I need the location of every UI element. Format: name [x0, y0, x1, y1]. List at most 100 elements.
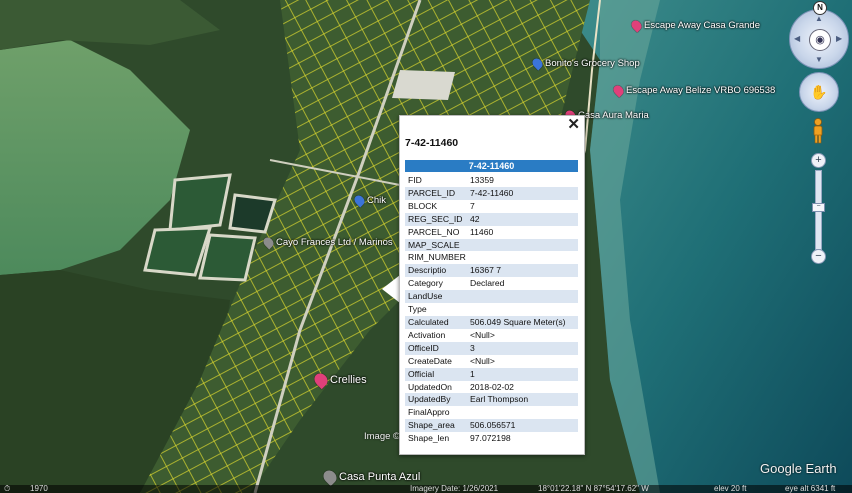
attribute-key: FinalAppro — [408, 407, 450, 418]
attribute-key: Type — [408, 304, 427, 315]
attribute-value — [467, 290, 578, 304]
attribute-key: REG_SEC_ID — [405, 212, 467, 226]
attribute-value: 97.072198 — [470, 433, 511, 444]
attribute-row: UpdatedBy Earl Thompson — [405, 393, 578, 407]
attribute-row: UpdatedOn 2018-02-02 — [405, 381, 578, 394]
attribute-value: <Null> — [470, 329, 495, 340]
shopping-pin-icon — [352, 193, 367, 208]
balloon-pointer — [382, 275, 400, 303]
zoom-out-button[interactable]: − — [811, 249, 826, 264]
attribute-key: BLOCK — [408, 200, 438, 211]
street-view-pegman-icon[interactable] — [811, 118, 825, 144]
gray-pin-icon — [320, 467, 340, 487]
attribute-value: 7 — [470, 200, 475, 211]
attribute-key: CreateDate — [408, 355, 452, 366]
attribute-row: BLOCK 7 — [405, 200, 578, 213]
pink-pin-icon — [629, 18, 644, 33]
attribute-key: OfficeID — [405, 341, 467, 355]
attribute-row: LandUse — [405, 290, 578, 304]
attribute-value: 7-42-11460 — [467, 186, 578, 200]
place-marker[interactable]: Cayo Frances Ltd / Marinos — [261, 235, 393, 250]
attribute-key: Calculated — [405, 315, 467, 329]
attribute-value: Earl Thompson — [467, 393, 578, 407]
shopping-pin-icon — [530, 56, 545, 71]
place-label: Escape Away Belize VRBO 696538 — [626, 85, 776, 96]
eye-altitude-readout: eye alt 6341 ft — [785, 485, 836, 493]
attribute-value: 506.056571 — [467, 419, 578, 433]
pan-down-icon[interactable]: ▼ — [815, 55, 823, 64]
zoom-in-button[interactable]: + — [811, 153, 826, 168]
attribute-value: 3 — [467, 341, 578, 355]
historical-imagery-icon[interactable]: ⏱ — [4, 485, 10, 493]
status-bar: ⏱ 1970 Imagery Date: 1/26/2021 18°01'22.… — [0, 485, 852, 493]
attribute-row: RIM_NUMBER — [405, 251, 578, 264]
attribute-row: Activation <Null> — [405, 329, 578, 342]
place-marker[interactable]: Chik — [352, 193, 387, 208]
attribute-value — [467, 251, 578, 264]
place-label: Bonito's Grocery Shop — [545, 58, 640, 69]
attribute-row: PARCEL_ID 7-42-11460 — [405, 186, 578, 200]
eye-icon[interactable]: ◉ — [809, 29, 831, 51]
attribute-key: UpdatedOn — [408, 381, 452, 392]
cursor-coordinates: 18°01'22.18" N 87°54'17.62" W — [538, 485, 649, 493]
parcel-info-balloon: ✕ 7-42-11460 7-42-11460 FID 13359 PARCEL_I… — [399, 115, 585, 455]
zoom-slider-handle[interactable]: − — [812, 203, 825, 212]
pink-pin-icon — [611, 83, 626, 98]
attribute-value: 2018-02-02 — [470, 381, 514, 392]
attribute-row: REG_SEC_ID 42 — [405, 212, 578, 226]
place-marker[interactable]: Casa Punta Azul — [320, 467, 421, 487]
attribute-row: Shape_area 506.056571 — [405, 419, 578, 433]
place-marker[interactable]: Escape Away Casa Grande — [629, 18, 761, 33]
look-around-joystick[interactable]: ✋ — [799, 72, 839, 112]
attribute-key: UpdatedBy — [405, 393, 467, 407]
attribute-key: MAP_SCALE — [405, 238, 467, 252]
attribute-key: Descriptio — [405, 264, 467, 278]
attribute-value: 11460 — [470, 226, 494, 237]
attribute-row: CreateDate <Null> — [405, 355, 578, 368]
attribute-row: Category Declared — [405, 277, 578, 290]
place-label: Casa Punta Azul — [339, 471, 421, 483]
place-marker[interactable]: Crellies — [311, 370, 367, 390]
attribute-value: 16367 7 — [467, 264, 578, 278]
attribute-key: LandUse — [405, 290, 467, 304]
attribute-row: PARCEL_NO 11460 — [405, 226, 578, 239]
place-label: Cayo Frances Ltd / Marinos — [276, 237, 393, 248]
close-icon[interactable]: ✕ — [567, 117, 580, 133]
attribute-key: Category — [408, 278, 443, 289]
elevation-readout: elev 20 ft — [714, 485, 747, 493]
place-label: Escape Away Casa Grande — [644, 20, 761, 31]
north-indicator[interactable]: N — [813, 1, 827, 15]
attribute-value: 506.049 Square Meter(s) — [467, 315, 578, 329]
place-label: Casa Aura Maria — [578, 110, 649, 121]
attribute-value: 1 — [467, 367, 578, 381]
attribute-key: PARCEL_ID — [405, 186, 467, 200]
attribute-key: Activation — [408, 329, 446, 340]
attribute-value — [467, 406, 578, 419]
attribute-key: PARCEL_NO — [408, 226, 460, 237]
place-marker[interactable]: Bonito's Grocery Shop — [530, 56, 640, 71]
attribute-row: Type — [405, 303, 578, 316]
imagery-date: Imagery Date: 1/26/2021 — [410, 485, 499, 493]
attribute-row: OfficeID 3 — [405, 341, 578, 355]
pink-pin-icon — [311, 370, 331, 390]
attribute-row: FinalAppro — [405, 406, 578, 419]
place-marker[interactable]: Escape Away Belize VRBO 696538 — [611, 83, 776, 98]
attribute-value: Declared — [470, 278, 505, 289]
historical-year[interactable]: 1970 — [30, 485, 48, 493]
attribute-key: Shape_len — [408, 433, 450, 444]
gray-pin-icon — [261, 235, 276, 250]
attribute-row: Calculated 506.049 Square Meter(s) — [405, 315, 578, 329]
place-label: Chik — [367, 195, 387, 206]
attribute-key: Shape_area — [405, 419, 467, 433]
compass-navigator[interactable]: N ▲ ▼ ◀ ▶ ◉ — [789, 1, 849, 69]
pan-up-icon[interactable]: ▲ — [815, 14, 823, 23]
pegman-graphic — [813, 118, 823, 144]
place-label: Crellies — [330, 374, 367, 386]
attribute-key: FID — [408, 175, 422, 185]
pan-right-icon[interactable]: ▶ — [836, 34, 842, 43]
pan-left-icon[interactable]: ◀ — [794, 34, 800, 43]
attribute-value: 42 — [467, 212, 578, 226]
balloon-title: 7-42-11460 — [405, 137, 459, 149]
attribute-value: <Null> — [470, 355, 495, 366]
attribute-value — [467, 303, 578, 316]
